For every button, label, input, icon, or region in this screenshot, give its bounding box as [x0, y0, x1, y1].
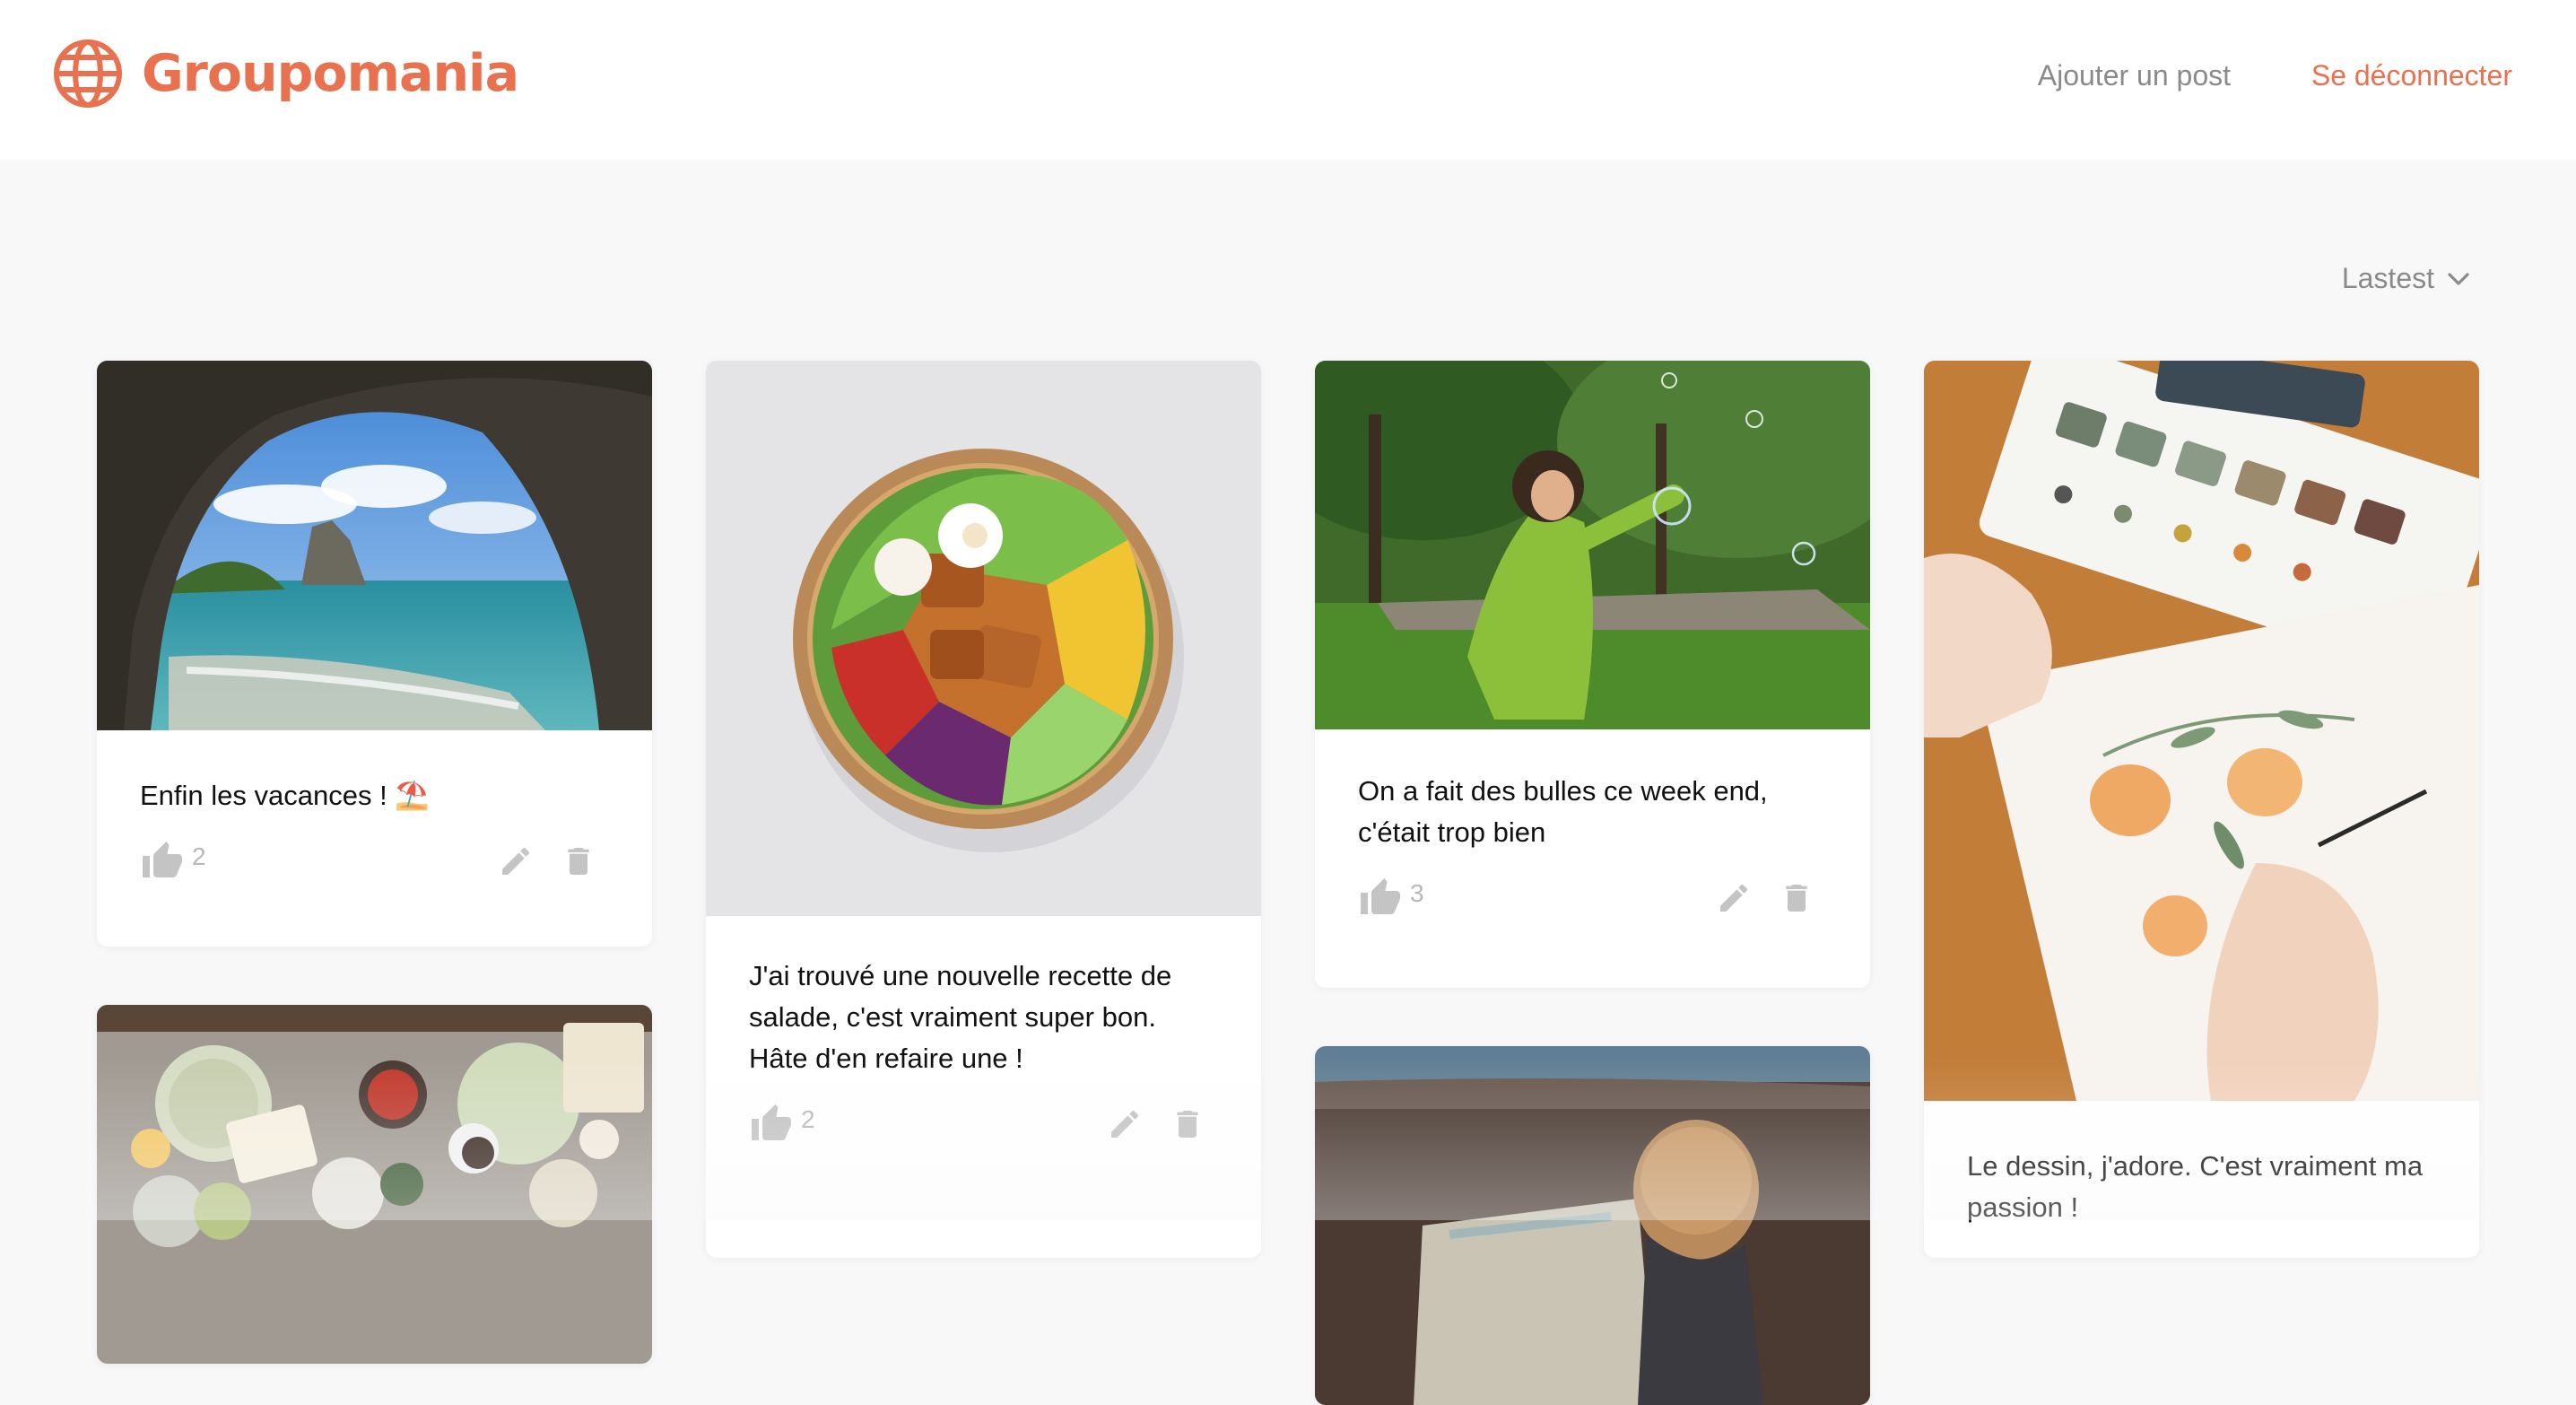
sort-selected-label: Lastest — [2341, 262, 2434, 294]
post-image — [97, 361, 652, 730]
edit-icon[interactable] — [1716, 879, 1752, 917]
post-text: Le dessin, j'adore. C'est vraiment ma pa… — [1967, 1150, 2424, 1223]
post-card: Le dessin, j'adore. C'est vraiment ma pa… — [1924, 361, 2479, 1258]
trash-icon[interactable] — [1779, 879, 1815, 917]
post-image — [1315, 361, 1870, 729]
like-button[interactable]: 2 — [749, 1103, 815, 1146]
globe-icon — [54, 39, 122, 108]
sort-dropdown[interactable]: Lastest — [2342, 262, 2470, 295]
post-card: On a fait des bulles ce week end, c'étai… — [1315, 361, 1870, 988]
brand-logo[interactable]: Groupomania — [52, 36, 519, 111]
brand-name: Groupomania — [142, 44, 519, 103]
post-card — [97, 1005, 652, 1364]
edit-icon[interactable] — [1107, 1105, 1143, 1143]
header: Groupomania Ajouter un post Se déconnect… — [0, 0, 2576, 160]
like-button[interactable]: 3 — [1358, 877, 1424, 920]
chevron-down-icon — [2448, 272, 2469, 285]
trash-icon[interactable] — [561, 842, 596, 880]
post-image — [97, 1005, 652, 1364]
post-image — [1315, 1046, 1870, 1405]
thumb-up-icon — [1361, 878, 1400, 914]
post-image — [706, 361, 1261, 916]
post-text: On a fait des bulles ce week end, c'étai… — [1358, 775, 1768, 848]
like-button[interactable]: 2 — [140, 840, 206, 883]
add-post-link[interactable]: Ajouter un post — [2038, 59, 2231, 92]
thumb-up-icon — [143, 842, 182, 877]
post-card: Enfin les vacances ! ⛱️ 2 — [97, 361, 652, 947]
trash-icon[interactable] — [1170, 1105, 1205, 1143]
logout-link[interactable]: Se déconnecter — [2311, 59, 2512, 92]
post-image — [1924, 361, 2479, 1101]
thumb-up-icon — [752, 1104, 791, 1140]
post-text: J'ai trouvé une nouvelle recette de sala… — [749, 960, 1172, 1074]
post-card — [1315, 1046, 1870, 1405]
like-count: 2 — [801, 1105, 815, 1133]
post-text: Enfin les vacances ! ⛱️ — [140, 780, 430, 811]
edit-icon[interactable] — [498, 842, 534, 880]
like-count: 3 — [1410, 879, 1424, 907]
like-count: 2 — [192, 842, 206, 870]
post-card: J'ai trouvé une nouvelle recette de sala… — [706, 361, 1261, 1258]
